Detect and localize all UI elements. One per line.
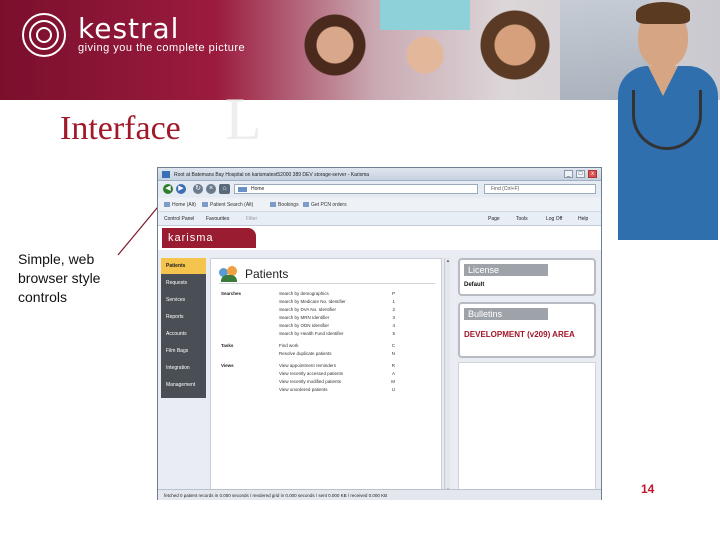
license-panel: License Default [458, 258, 596, 296]
window-title: Root at Batemans Bay Hospital on karisma… [174, 172, 370, 178]
nav-item-requests[interactable]: Requests [161, 275, 206, 291]
page-number: 14 [641, 482, 655, 496]
forward-button[interactable]: ▶ [176, 184, 186, 194]
section-label-views: Views [221, 363, 234, 368]
patients-panel: Patients Searches Tasks Views Search by … [210, 258, 442, 493]
browser-window: Root at Batemans Bay Hospital on karisma… [157, 167, 602, 500]
list-item[interactable]: View recently accessed patients A [279, 371, 439, 379]
maximize-button[interactable]: □ [576, 170, 585, 178]
slide: kestral giving you the complete picture … [0, 0, 720, 540]
divider [219, 283, 435, 284]
nav-item-integration[interactable]: Integration [161, 360, 206, 376]
page-title: Patients [245, 267, 289, 281]
list-item[interactable]: View unordered patients U [279, 387, 439, 395]
refresh-icon[interactable]: ↻ [193, 184, 203, 194]
favorites-bar: Home (Alt) Patient Search (Alt) Bookings… [158, 198, 601, 212]
close-button[interactable]: x [588, 170, 597, 178]
favorite-link[interactable]: Get PCN orders [303, 202, 347, 208]
address-bar[interactable]: Home [234, 184, 478, 194]
banner-photo [300, 0, 370, 100]
list-item[interactable]: Search by ODN Identifier 4 [279, 323, 439, 331]
list-item[interactable]: Search by DVA No. Identifier 2 [279, 307, 439, 315]
doctor-photo [610, 0, 720, 240]
command-bar: Control Panel Favourites Filter Page Too… [158, 212, 601, 226]
log-off-button[interactable]: Log Off [546, 216, 562, 222]
callout-text: Simple, web browser style controls [18, 251, 101, 305]
list-item[interactable]: Search by MRN Identifier 3 [279, 315, 439, 323]
filter-button[interactable]: Filter [246, 216, 257, 222]
status-bar: fetched 0 patient records in 0.000 secon… [158, 489, 601, 500]
list-item[interactable]: Search by Medicare No. Identifier 1 [279, 299, 439, 307]
section-label-searches: Searches [221, 291, 242, 296]
navigation-bar: ◀ ▶ ↻ × ⌂ Home Find (Ctrl+F) [158, 182, 601, 197]
list-item[interactable]: Search by demographics P [279, 291, 439, 299]
kestral-logo-icon [22, 13, 66, 57]
nav-item-patients[interactable]: Patients [161, 258, 206, 274]
list-item[interactable]: Resolve duplicate patients N [279, 351, 439, 359]
left-navigation: Patients Requests Services Reports Accou… [161, 258, 206, 398]
page-menu[interactable]: Page [488, 216, 500, 222]
brand-tagline: giving you the complete picture [78, 42, 246, 54]
favorite-link[interactable]: Home (Alt) [164, 202, 196, 208]
list-item[interactable]: Find work C [279, 343, 439, 351]
license-header: License [464, 264, 548, 276]
section-label-tasks: Tasks [221, 343, 234, 348]
list-item[interactable]: View appointment reminders R [279, 363, 439, 371]
bulletin-text: DEVELOPMENT (v209) AREA [464, 330, 575, 339]
favorite-link[interactable]: Patient Search (Alt) [202, 202, 253, 208]
nav-item-film-bags[interactable]: Film Bags [161, 343, 206, 359]
help-menu[interactable]: Help [578, 216, 588, 222]
nav-item-services[interactable]: Services [161, 292, 206, 308]
brand-name: kestral [78, 12, 180, 45]
banner-photo [380, 0, 470, 100]
app-header: karisma [158, 226, 601, 250]
minimize-button[interactable]: _ [564, 170, 573, 178]
tools-menu[interactable]: Tools [516, 216, 528, 222]
control-panel-button[interactable]: Control Panel [164, 216, 194, 222]
bulletins-panel: Bulletins DEVELOPMENT (v209) AREA [458, 302, 596, 358]
scrollbar[interactable]: ▲ ▼ [444, 258, 450, 493]
nav-item-reports[interactable]: Reports [161, 309, 206, 325]
window-titlebar[interactable]: Root at Batemans Bay Hospital on karisma… [158, 168, 601, 181]
stop-icon[interactable]: × [206, 184, 216, 194]
list-item[interactable]: View recently modified patients M [279, 379, 439, 387]
favorite-link[interactable]: Bookings [270, 202, 299, 208]
nav-item-accounts[interactable]: Accounts [161, 326, 206, 342]
search-input[interactable]: Find (Ctrl+F) [484, 184, 596, 194]
banner-photo [470, 0, 570, 100]
list-item[interactable]: Search by Health Fund Identifier 5 [279, 331, 439, 339]
heading-watermark: L [225, 86, 262, 152]
favourites-button[interactable]: Favourites [206, 216, 229, 222]
license-value: Default [464, 282, 485, 288]
slide-heading: Interface [60, 110, 181, 147]
window-controls: _ □ x [564, 170, 597, 178]
app-logo: karisma [162, 228, 256, 248]
back-button[interactable]: ◀ [163, 184, 173, 194]
nav-item-management[interactable]: Management [161, 377, 206, 393]
bulletins-header: Bulletins [464, 308, 548, 320]
patients-icon [219, 266, 239, 282]
home-icon[interactable]: ⌂ [219, 184, 230, 194]
side-panel-empty [458, 362, 596, 493]
app-icon [162, 171, 170, 178]
scroll-up-icon[interactable]: ▲ [445, 258, 451, 264]
